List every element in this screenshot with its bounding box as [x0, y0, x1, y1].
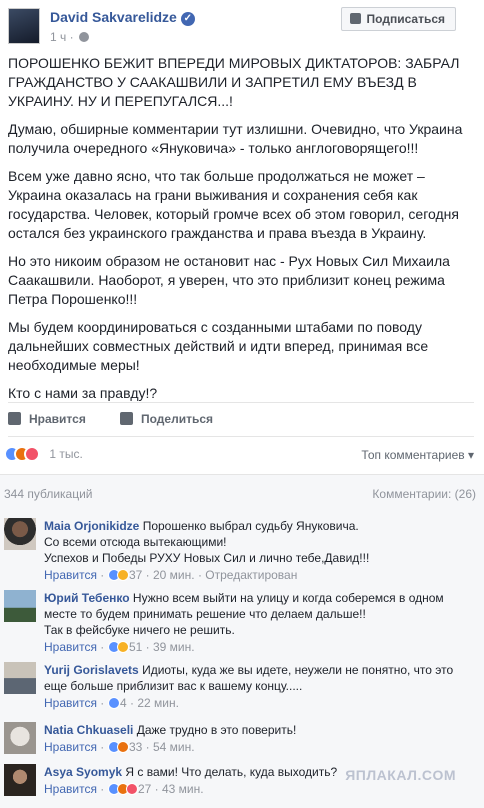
comment-text: Так в фейсбуке ничего не решить.: [44, 623, 235, 637]
comment-text: Идиоты, куда же вы идете, неужели не пон…: [142, 663, 454, 677]
globe-icon: [78, 32, 89, 42]
comment-meta: Нравится · 33 · 54 мин.: [44, 740, 195, 754]
commenter-name[interactable]: Yurij Gorislavets: [44, 663, 139, 677]
comment-body: Natia Chkuaseli Даже трудно в это повери…: [44, 722, 480, 755]
like-label: Нравится: [29, 412, 86, 426]
comment-reaction-count[interactable]: 4: [120, 696, 127, 710]
author-name-text[interactable]: David Sakvarelidze: [50, 9, 177, 25]
post-actions: Нравится Поделиться: [8, 402, 474, 437]
post-header: David Sakvarelidze ✓ 1 ч · Подписаться: [0, 0, 484, 48]
post-paragraph: Всем уже давно ясно, что так больше прод…: [8, 168, 459, 241]
post-time-text[interactable]: 1 ч: [50, 30, 66, 44]
reaction-count[interactable]: 1 тыс.: [49, 447, 82, 461]
love-reaction-icon: [24, 446, 40, 462]
commenter-avatar[interactable]: [4, 518, 36, 550]
comment-reaction-count[interactable]: 37: [129, 568, 142, 582]
commenter-avatar[interactable]: [4, 662, 36, 694]
comments-count[interactable]: Комментарии: (26): [372, 487, 476, 501]
commenter-name[interactable]: Юрий Тебенко: [44, 591, 130, 605]
author-name[interactable]: David Sakvarelidze ✓: [50, 9, 195, 26]
divider: [8, 402, 474, 403]
comment-text: Со всеми отсюда вытекающими!: [44, 535, 227, 549]
comment-text: Порошенко выбрал судьбу Януковича.: [142, 519, 359, 533]
post-paragraph: Кто с нами за правду!?: [8, 385, 158, 401]
like-reaction-icon: [107, 697, 120, 709]
angry-reaction-icon: [116, 741, 129, 753]
comment-reaction-count[interactable]: 33: [129, 740, 142, 754]
watermark: ЯПЛАКАЛ.COM: [345, 767, 456, 783]
top-comments-dropdown[interactable]: Топ комментариев ▾: [361, 448, 474, 462]
commenter-name[interactable]: Asya Syomyk: [44, 765, 122, 779]
comment-like-button[interactable]: Нравится: [44, 740, 97, 754]
haha-reaction-icon: [116, 569, 129, 581]
comment-time[interactable]: 43 мин.: [162, 782, 204, 796]
share-label: Поделиться: [141, 412, 214, 426]
commenter-name[interactable]: Maia Orjonikidze: [44, 519, 139, 533]
subscribe-button[interactable]: Подписаться: [340, 7, 456, 31]
haha-reaction-icon: [116, 641, 129, 653]
comment-meta: Нравится · 27 · 43 мин.: [44, 782, 204, 796]
commenter-avatar[interactable]: [4, 764, 36, 796]
comment-meta: Нравится · 51 · 39 мин.: [44, 640, 195, 654]
share-button[interactable]: Поделиться: [120, 412, 213, 426]
reactions-summary: 1 тыс. Топ комментариев ▾: [4, 446, 474, 466]
post-paragraph: Но это никоим образом не остановит нас -…: [8, 253, 450, 307]
comment-text: Даже трудно в это поверить!: [136, 723, 297, 737]
comment-time[interactable]: 39 мин.: [153, 640, 195, 654]
comment: Юрий Тебенко Нужно всем выйти на улицу и…: [4, 590, 480, 654]
like-button[interactable]: Нравится: [8, 412, 86, 426]
comment-body: Юрий Тебенко Нужно всем выйти на улицу и…: [44, 590, 480, 655]
comment: Maia Orjonikidze Порошенко выбрал судьбу…: [4, 518, 480, 582]
comment-meta: Нравится · 4 · 22 мин.: [44, 696, 179, 710]
comment-text: Успехов и Победы РУХУ Новых Сил и лично …: [44, 551, 370, 565]
comment-text: Нужно всем выйти на улицу и когда собере…: [132, 591, 444, 605]
post-paragraph: ПОРОШЕНКО БЕЖИТ ВПЕРЕДИ МИРОВЫХ ДИКТАТОР…: [8, 55, 460, 109]
comment-text: Я с вами! Что делать, куда выходить?: [125, 765, 338, 779]
author-avatar[interactable]: [8, 8, 40, 44]
comment-body: Maia Orjonikidze Порошенко выбрал судьбу…: [44, 518, 480, 583]
reaction-icons[interactable]: [4, 446, 40, 462]
thumbs-up-icon: [8, 412, 21, 425]
comment-reaction-count[interactable]: 51: [129, 640, 142, 654]
comment-meta: Нравится · 37 · 20 мин. · Отредактирован: [44, 568, 298, 582]
rss-icon: [349, 13, 361, 24]
subscribe-label: Подписаться: [366, 12, 445, 26]
share-icon: [120, 412, 133, 425]
comment-body: Yurij Gorislavets Идиоты, куда же вы иде…: [44, 662, 480, 711]
comment: Yurij Gorislavets Идиоты, куда же вы иде…: [4, 662, 480, 714]
comment-time[interactable]: 22 мин.: [137, 696, 179, 710]
commenter-avatar[interactable]: [4, 590, 36, 622]
verified-icon: ✓: [180, 12, 195, 26]
comments-bar: 344 публикаций Комментарии: (26): [0, 474, 484, 510]
post-paragraph: Думаю, обширные комментарии тут излишни.…: [8, 121, 463, 156]
love-reaction-icon: [125, 783, 138, 795]
comment-like-button[interactable]: Нравится: [44, 696, 97, 710]
comment-text: еще больше приблизит вас к вашему концу.…: [44, 679, 303, 693]
comment-time[interactable]: 20 мин.: [153, 568, 195, 582]
post-time[interactable]: 1 ч ·: [50, 30, 89, 44]
comment-like-button[interactable]: Нравится: [44, 640, 97, 654]
post-paragraph: Мы будем координироваться с созданными ш…: [8, 319, 429, 373]
commenter-name[interactable]: Natia Chkuaseli: [44, 723, 133, 737]
comment-time[interactable]: 54 мин.: [153, 740, 195, 754]
comment: Natia Chkuaseli Даже трудно в это повери…: [4, 722, 480, 762]
comment-reaction-count[interactable]: 27: [138, 782, 151, 796]
edited-label: Отредактирован: [205, 568, 298, 582]
comment-text: месте то будем принимать решение что дел…: [44, 607, 366, 621]
comment-like-button[interactable]: Нравится: [44, 782, 97, 796]
shares-count[interactable]: 344 публикаций: [4, 487, 93, 501]
post-body: ПОРОШЕНКО БЕЖИТ ВПЕРЕДИ МИРОВЫХ ДИКТАТОР…: [8, 54, 474, 412]
comment-like-button[interactable]: Нравится: [44, 568, 97, 582]
comments-list: Maia Orjonikidze Порошенко выбрал судьбу…: [0, 510, 484, 808]
divider: [8, 436, 474, 437]
commenter-avatar[interactable]: [4, 722, 36, 754]
